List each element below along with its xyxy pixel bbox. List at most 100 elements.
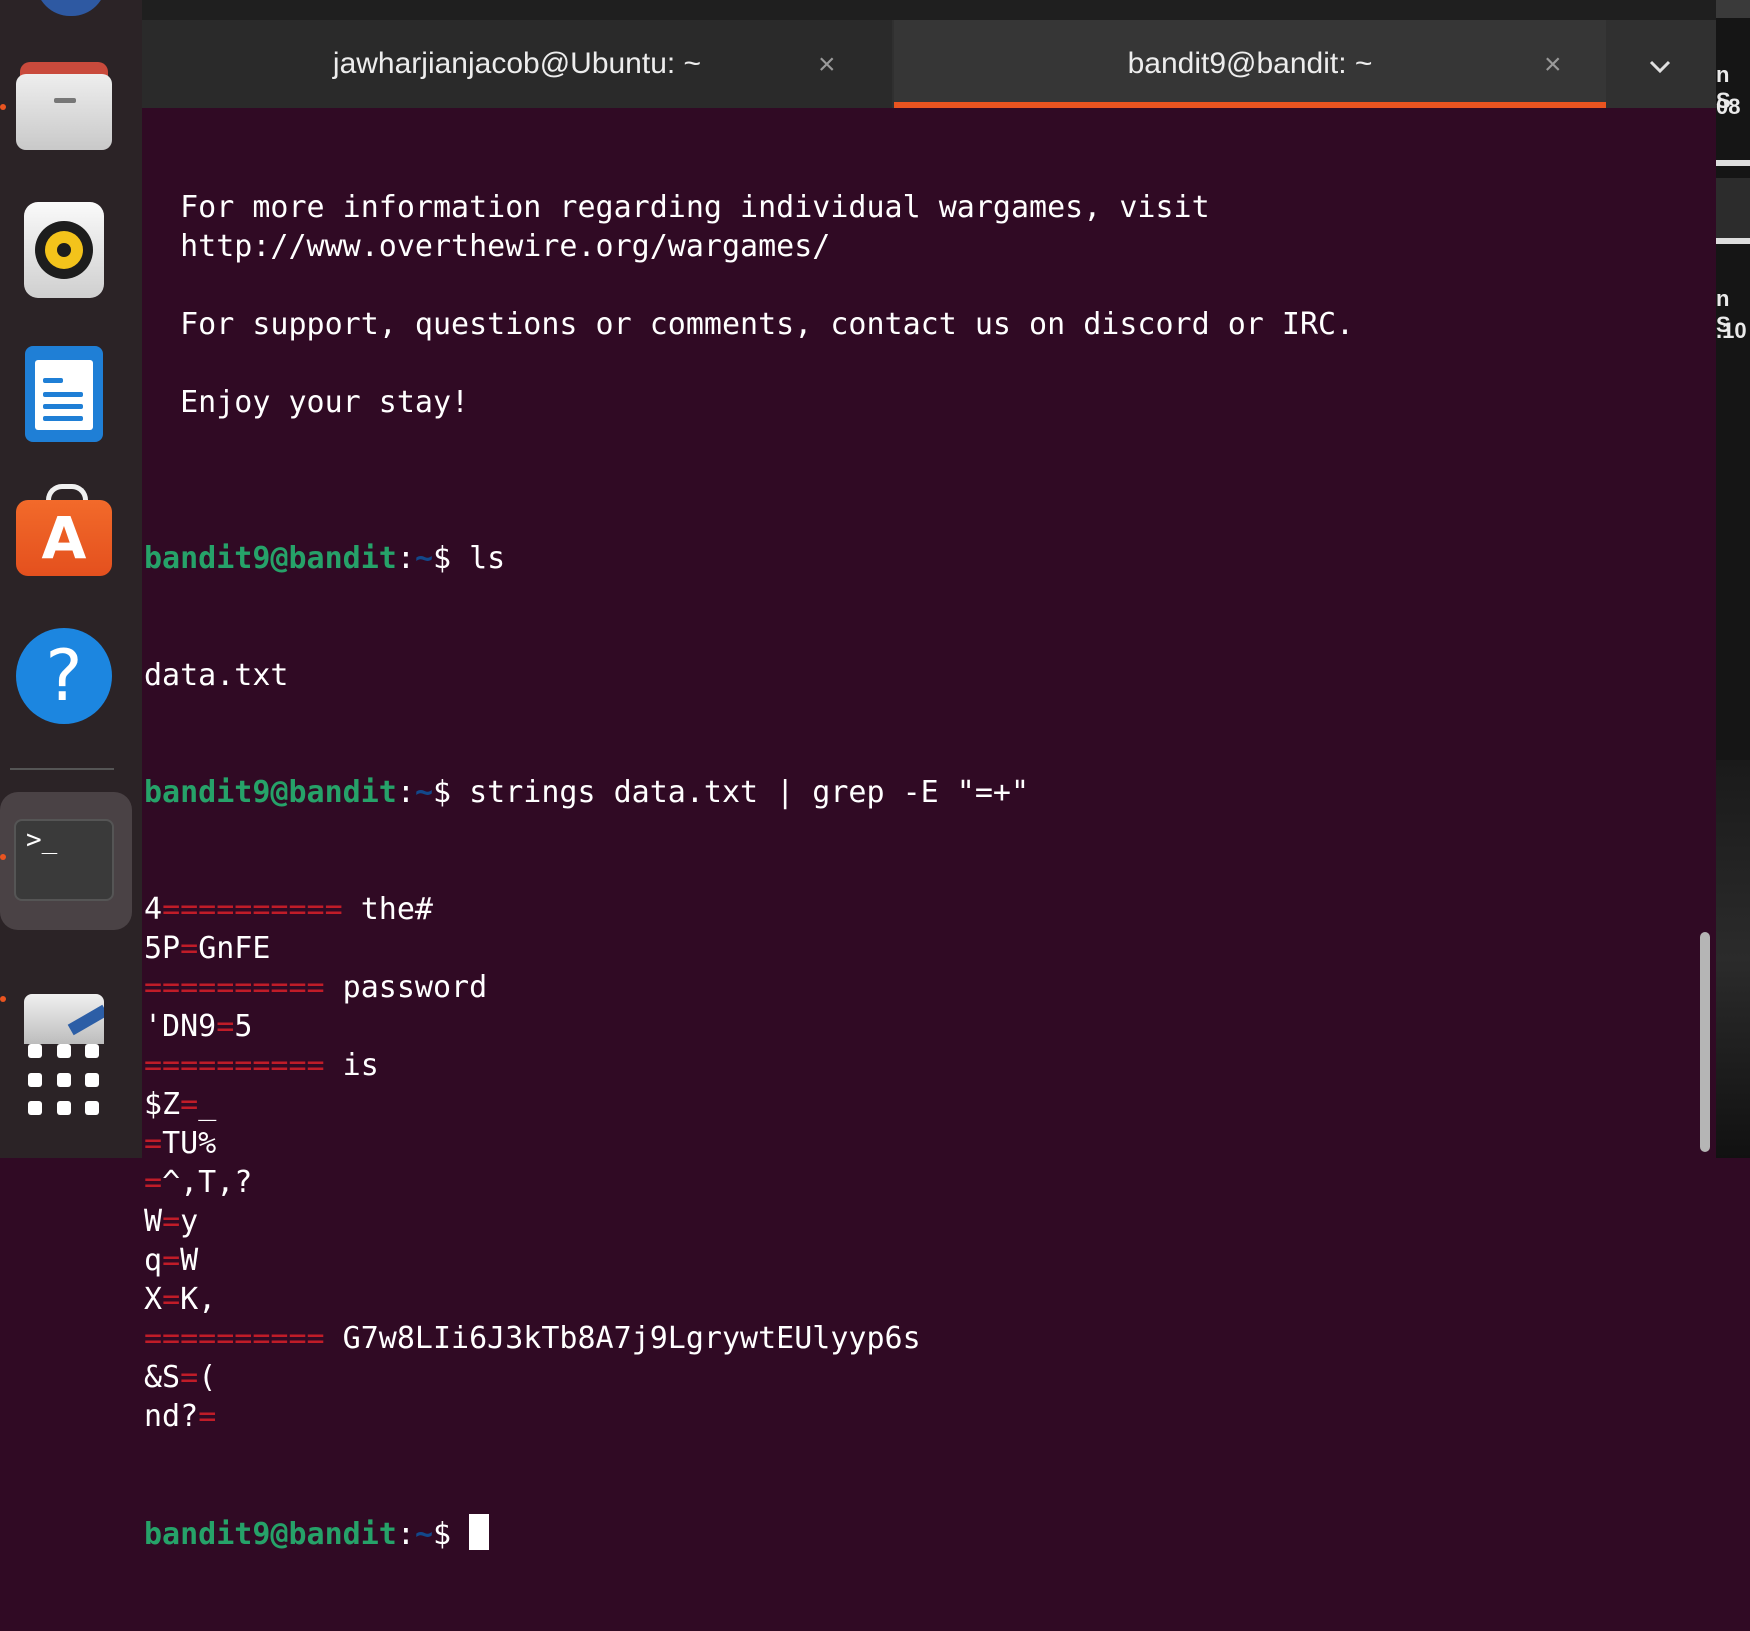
close-icon[interactable]: ×: [1544, 48, 1562, 82]
music-player-icon: [24, 202, 104, 298]
dock-item-show-apps[interactable]: [14, 1030, 114, 1130]
grep-match: ==========: [144, 970, 325, 1005]
grep-output-line: 4========== the#: [144, 890, 1684, 929]
grep-match: =: [162, 1243, 181, 1278]
terminal-window: jawharjianjacob@Ubuntu: ~ × bandit9@band…: [142, 0, 1716, 1552]
output-text: _: [198, 1087, 217, 1122]
output-text: nd?: [144, 1399, 199, 1434]
output-text: G7w8LIi6J3kTb8A7j9LgrywtEUlyyp6s: [324, 1321, 921, 1356]
dock-item-writer[interactable]: [14, 344, 114, 444]
prompt-path: ~: [414, 1517, 433, 1552]
prompt-separator: :: [396, 775, 415, 810]
grep-output-line: ========== is: [144, 1046, 1684, 1085]
dock-item-help[interactable]: ?: [14, 626, 114, 726]
grep-output-line: =TU%: [144, 1124, 1684, 1163]
grep-match: =: [162, 1282, 181, 1317]
tab-label: jawharjianjacob@Ubuntu: ~: [332, 47, 702, 80]
grep-match: =: [162, 1204, 181, 1239]
grep-output-line: q=W: [144, 1241, 1684, 1280]
tab-local-terminal[interactable]: jawharjianjacob@Ubuntu: ~ ×: [142, 20, 892, 108]
dock-top-icon-fragment: [36, 0, 106, 16]
app-store-icon: A: [16, 484, 112, 576]
command-line: bandit9@bandit:~$ strings data.txt | gre…: [144, 773, 1684, 812]
background-text: .10: [1716, 318, 1747, 343]
grep-match: ==========: [144, 1321, 325, 1356]
grep-match: =: [180, 1087, 199, 1122]
prompt-separator: :: [396, 1517, 415, 1552]
grep-output-line: $Z=_: [144, 1085, 1684, 1124]
grep-output-line: nd?=: [144, 1397, 1684, 1436]
grep-match: ==========: [162, 892, 343, 927]
motd-line: For more information regarding individua…: [144, 190, 1210, 225]
tab-bandit-terminal[interactable]: bandit9@bandit: ~ ×: [894, 20, 1606, 108]
grep-match: =: [144, 1165, 163, 1200]
grep-output-line: ========== G7w8LIi6J3kTb8A7j9LgrywtEUlyy…: [144, 1319, 1684, 1358]
grep-output-line: 5P=GnFE: [144, 929, 1684, 968]
output-text: TU%: [162, 1126, 217, 1161]
window-titlebar: [142, 0, 1716, 20]
command-line: bandit9@bandit:~$: [144, 1514, 1684, 1553]
app-store-glyph: A: [16, 500, 112, 576]
prompt-symbol: $: [433, 541, 470, 576]
output-text: 4: [144, 892, 163, 927]
output-text: 5P: [144, 931, 181, 966]
running-indicator: [0, 104, 6, 110]
background-window-edge: n S 08 n S .10: [1716, 0, 1750, 1158]
app-grid-icon: [28, 1044, 100, 1116]
output-text: W: [144, 1204, 163, 1239]
output-text: GnFE: [198, 931, 271, 966]
dock-item-text-editor[interactable]: [14, 944, 114, 1044]
prompt-user: bandit9@bandit: [144, 541, 397, 576]
terminal-glyph: >_: [26, 825, 58, 855]
output-line: data.txt: [144, 658, 289, 693]
output-text: password: [324, 970, 488, 1005]
motd-line: http://www.overthewire.org/wargames/: [144, 229, 831, 264]
dock: A ? >_: [0, 0, 142, 1158]
grep-output-line: =^,T,?: [144, 1163, 1684, 1202]
grep-match: =: [144, 1126, 163, 1161]
output-text: X: [144, 1282, 163, 1317]
grep-output-line: X=K,: [144, 1280, 1684, 1319]
command-text: strings data.txt | grep -E "=+": [469, 775, 1030, 810]
dock-item-terminal[interactable]: >_: [14, 810, 114, 910]
grep-match: =: [180, 1360, 199, 1395]
dock-item-files[interactable]: [14, 56, 114, 156]
motd-line: [144, 266, 1684, 305]
motd-line: For support, questions or comments, cont…: [144, 307, 1355, 342]
terminal-output[interactable]: For more information regarding individua…: [144, 110, 1684, 1552]
scrollbar[interactable]: [1700, 932, 1710, 1152]
dock-item-rhythmbox[interactable]: [14, 200, 114, 300]
close-icon[interactable]: ×: [818, 48, 836, 82]
output-text: ^,T,?: [162, 1165, 253, 1200]
output-text: is: [324, 1048, 379, 1083]
running-indicator: [0, 996, 6, 1002]
dock-item-software[interactable]: A: [14, 480, 114, 580]
document-writer-icon: [25, 346, 103, 442]
files-icon: [16, 62, 112, 150]
active-tab-indicator: [894, 102, 1606, 108]
motd-line: [144, 422, 1684, 461]
grep-output-line: ========== password: [144, 968, 1684, 1007]
output-text: (: [198, 1360, 217, 1395]
background-text: 08: [1716, 94, 1741, 119]
output-text: 'DN9: [144, 1009, 217, 1044]
chevron-down-icon[interactable]: [1646, 52, 1674, 80]
tab-bar: jawharjianjacob@Ubuntu: ~ × bandit9@band…: [142, 20, 1716, 108]
tab-label: bandit9@bandit: ~: [1127, 47, 1373, 80]
prompt-path: ~: [414, 775, 433, 810]
output-text: the#: [342, 892, 433, 927]
output-text: q: [144, 1243, 163, 1278]
grep-output-line: 'DN9=5: [144, 1007, 1684, 1046]
text-cursor: [469, 1514, 490, 1550]
grep-match: =: [216, 1009, 235, 1044]
help-icon: ?: [16, 628, 112, 724]
motd-line: Enjoy your stay!: [144, 385, 470, 420]
grep-output-line: &S=(: [144, 1358, 1684, 1397]
dock-separator: [10, 768, 114, 770]
running-indicator: [0, 854, 6, 860]
prompt-separator: :: [396, 541, 415, 576]
output-text: $Z: [144, 1087, 181, 1122]
output-text: &S: [144, 1360, 181, 1395]
output-text: y: [180, 1204, 199, 1239]
output-text: W: [180, 1243, 199, 1278]
